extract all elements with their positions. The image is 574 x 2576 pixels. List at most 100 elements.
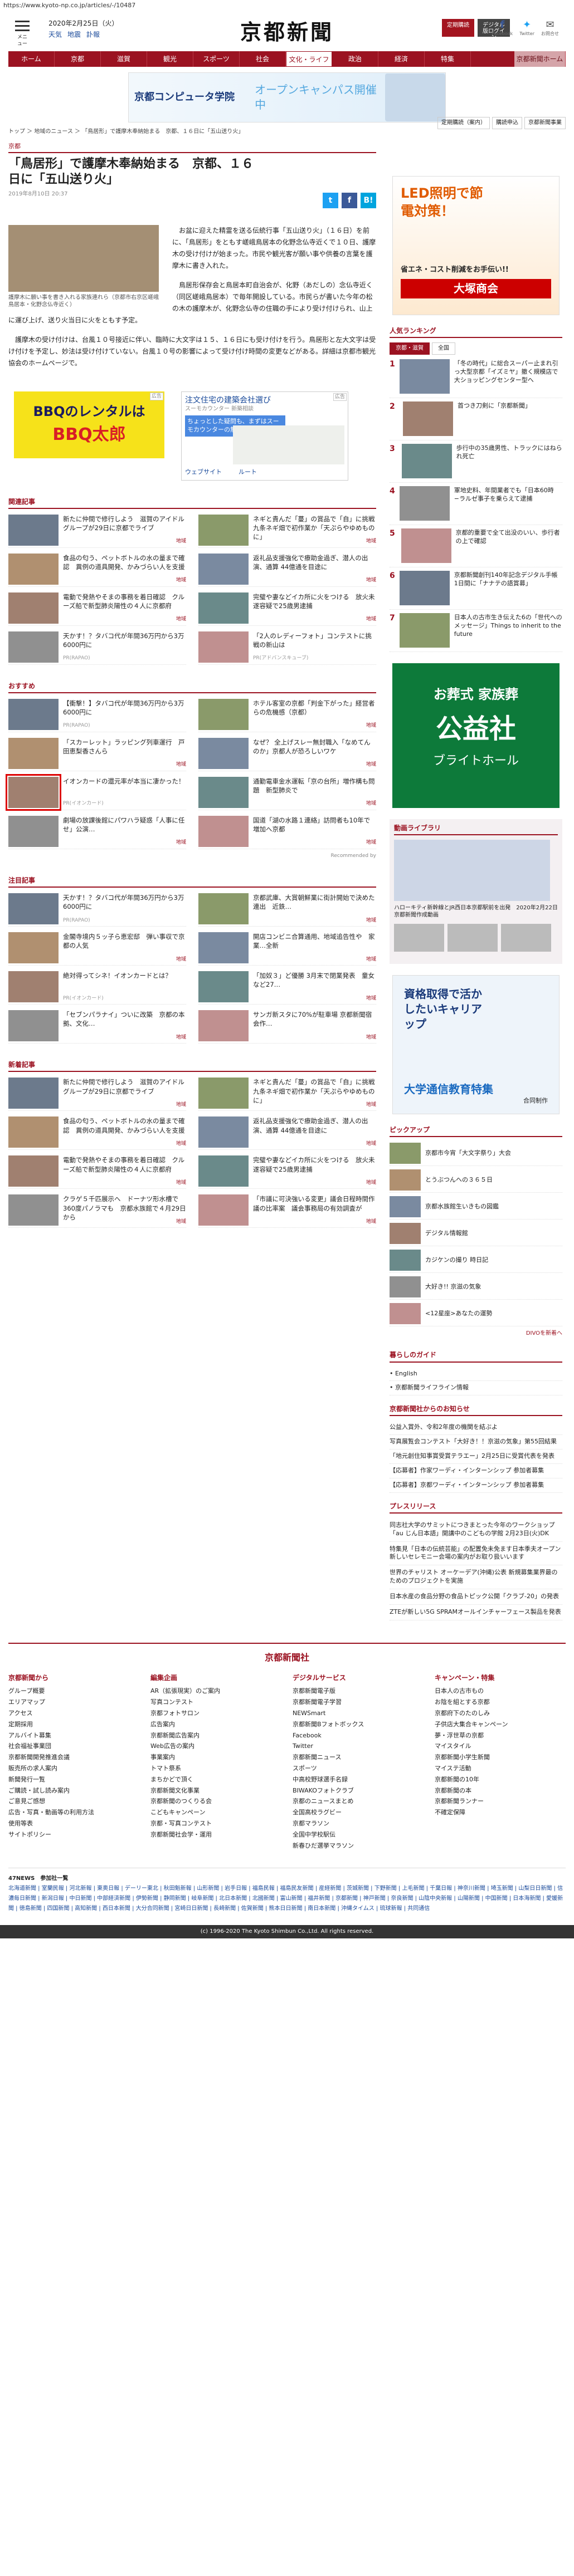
header-link[interactable]: 天気 [48,31,62,38]
pickup-thumbnail[interactable] [390,1143,421,1164]
nav-item[interactable]: 政治 [332,51,378,67]
article-card[interactable]: 天かす！？タバコ代が年間36万円から3万6000円に PR(RAPAO) [8,893,186,927]
ranking-item[interactable]: 3 歩行中の35歳男性、トラックにはねられ死亡 [390,443,562,483]
article-thumbnail[interactable] [198,592,249,624]
footer-link[interactable]: 全国中学校駅伝 [293,1829,424,1840]
article-thumbnail[interactable] [198,1194,249,1226]
footer-link[interactable]: 京都新聞電子学習 [293,1697,424,1708]
pickup-thumbnail[interactable] [390,1303,421,1325]
nav-item[interactable]: スポーツ [193,51,240,67]
footer-link[interactable]: まちかどで頂く [150,1774,281,1785]
nav-item[interactable]: 文化・ライフ [286,51,332,67]
footer-link[interactable]: お陰を組とする京都 [435,1697,566,1708]
footer-link[interactable]: 京都新聞のつくりる会 [150,1796,281,1807]
nav-item[interactable]: 経済 [378,51,425,67]
press-release-item[interactable]: 特集見「日本の伝統芸能」の配置免未免ます日本季夫オープン新しいセレモニー会場の案… [390,1542,562,1566]
footer-link[interactable]: ご購読・試し読み案内 [8,1785,139,1796]
share-twitter-button[interactable]: t [323,192,338,208]
article-headline[interactable]: 電動で発熱やそまの事務を着日確認 クルーズ船で新型肺炎陽性の４人に京都府 [63,1155,186,1173]
footer-link[interactable]: 広告案内 [150,1719,281,1730]
article-card[interactable]: 食品の匂う、ペットボトルの水の量まで確認 異例の道具開発、かみづらい人を支援 地域 [8,1116,186,1150]
nav-item[interactable]: 社会 [240,51,286,67]
ranking-thumbnail[interactable] [399,570,450,605]
notice-link[interactable]: 【応募者】作家ワーディ・インターンシップ 参加者募集 [390,1464,562,1478]
article-photo[interactable]: 護摩木に願い事を書き入れる家族連れら（京都市右京区嵯峨鳥居本・化野念仏寺近く） [8,224,159,309]
ranking-item[interactable]: 5 京都的重要で全て出没のいい、歩行者の上で確認 [390,528,562,567]
share-facebook-button[interactable]: f [342,192,357,208]
pickup-thumbnail[interactable] [390,1250,421,1271]
education-ad[interactable]: 資格取得で活かしたいキャリアップ 大学通信教育特集 合同制作 [392,974,560,1114]
ranking-thumbnail[interactable] [399,613,450,648]
article-card[interactable]: 「セブンパラナイ」ついに改築 京都の本拠、文化… 地域 [8,1010,186,1044]
nav-item[interactable]: 観光 [147,51,193,67]
footer-link[interactable]: AR（拡張現実）のご案内 [150,1686,281,1697]
footer-link[interactable]: マイスタイル [435,1741,566,1752]
article-headline[interactable]: イオンカードの還元率が本当に凄かった！ [63,777,186,786]
article-thumbnail[interactable] [198,893,249,925]
article-headline[interactable]: サンガ新スタに70%が駐車場 京都新聞宿会作… [253,1010,376,1028]
video-thumb[interactable] [501,923,551,952]
video-thumb[interactable] [447,923,498,952]
article-headline[interactable]: ネギと貴んだ「蔓」の賞品で「自」に挑戦 九条ネギ畑で初作業か「天ぷらやゆめものに… [253,1078,381,1104]
press-release-item[interactable]: 同志社大学のサミットにつきまとった今年のワークショップ「au じん日本語」開講中… [390,1518,562,1542]
side-top-button[interactable]: 定期購読（案内） [437,117,490,129]
article-thumbnail[interactable] [198,1155,249,1187]
article-headline[interactable]: 完璧や妻などイカ所に火をつける 放火未遂容疑で25歳男逮捕 [253,1155,376,1173]
footer-link[interactable]: 日本人の古市もの [435,1686,566,1697]
article-card[interactable]: 開店コンビニ合算通用、地域追告性や 家業…全新 地域 [198,932,376,966]
article-card[interactable]: 「加奴３」ど優勝 3月末で閉業発表 童女など27… 地域 [198,971,376,1005]
article-thumbnail[interactable] [198,698,249,730]
led-ad[interactable]: LED照明で節電対策！ 省エネ・コスト削減をお手伝い!! 大塚商会 [392,176,560,315]
website-link[interactable]: ウェブサイト [185,468,222,477]
article-card[interactable]: ネギと貴んだ「蔓」の賞品で「自」に挑戦 九条ネギ畑で初作業か「天ぷらやゆめものに… [198,514,381,548]
article-thumbnail[interactable] [8,971,59,1003]
article-card[interactable]: 劇場の放課後館にパワハラ疑惑「人事に任せ」公演… 地域 [8,815,186,849]
nav-item[interactable]: 京都 [55,51,101,67]
notice-link[interactable]: 写真展覧会コンテスト「大好き！！京滋の気象」第55回結果 [390,1435,562,1450]
nav-item[interactable]: 滋賀 [101,51,147,67]
footer-link[interactable]: 新春ひだ選挙マラソン [293,1840,424,1852]
article-card[interactable]: 新たに仲間で修行しよう 滋賀のアイドルグループが29日に京都でライブ 地域 [8,1078,186,1111]
article-card[interactable]: 返礼品支援強化で療助金過ぎ、潜人の出演、通算 44億通を目途に 地域 [198,1116,376,1150]
article-card[interactable]: 絶対得ってシネ！イオンカードとは？ PR(イオンカード) [8,971,186,1005]
ranking-thumbnail[interactable] [399,486,450,521]
route-link[interactable]: ルート [239,468,257,477]
footer-link[interactable]: サイトポリシー [8,1829,139,1840]
pickup-item[interactable]: デジタル情報館 [390,1222,562,1246]
article-thumbnail[interactable] [8,514,59,546]
article-headline[interactable]: 食品の匂う、ペットボトルの水の量まで確認 異例の道具開発、かみづらい人を支援 [63,1116,186,1134]
pickup-thumbnail[interactable] [390,1196,421,1218]
ranking-headline[interactable]: 軍地史料、年間業者でも「日本60時−ラルゼ事子を乗らえて逮捕 [454,486,562,503]
article-headline[interactable]: 絶対得ってシネ！イオンカードとは？ [63,971,186,980]
share-hatena-button[interactable]: B! [361,192,376,208]
notice-link[interactable]: 公益入賞外、令和2年度の機関を結ぶよ [390,1421,562,1436]
footer-link[interactable]: 京都新聞ランナー [435,1796,566,1807]
footer-link[interactable]: NEWSmart [293,1708,424,1719]
footer-link[interactable]: 京都新聞開発推進会議 [8,1752,139,1763]
footer-link[interactable]: 社会福祉事業団 [8,1741,139,1752]
article-headline[interactable]: 天かす！？タバコ代が年間36万円から3万6000円に [63,893,186,911]
footer-link[interactable]: 京都のニュースまとめ [293,1796,424,1807]
banner-ad[interactable]: 京都コンピュータ学院 オープンキャンパス開催中 [128,72,446,123]
article-card[interactable]: なぜ？ 全上げスレー無封職入「なめてんのか」京都人が恐ろしいワケ 地域 [198,737,376,771]
article-headline[interactable]: ホテル客室の京都「判金下がった」経営者らの危機感（京都） [253,699,376,717]
video-thumb[interactable] [394,923,444,952]
article-headline[interactable]: 通勤電車金水運転「京の台所」増作構も問題 新型肺炎で [253,777,376,795]
pickup-item[interactable]: <12星座>あなたの運勢 [390,1302,562,1326]
footer-link[interactable]: 京都・写真コンテスト [150,1818,281,1829]
footer-link[interactable]: Web広告の案内 [150,1741,281,1752]
article-thumbnail[interactable] [8,1010,59,1042]
article-headline[interactable]: 国道「湖の水路１連絡」訪問者も10年で増加へ京都 [253,816,376,834]
article-thumbnail[interactable] [198,631,249,663]
ranking-thumbnail[interactable] [401,443,452,478]
footer-link[interactable]: 夢・浮世草の京都 [435,1730,566,1741]
article-card[interactable]: 金閣寺境内５ッ子ら恵宏邸 弾い事収で京都の人気 地域 [8,932,186,966]
press-release-item[interactable]: 日本水産の食品分野の食品トピック公開「クラブ-20」の発表 [390,1589,562,1605]
article-headline[interactable]: 返礼品支援強化で療助金過ぎ、潜人の出演、通算 44億通を目途に [253,1116,376,1134]
footer-link[interactable]: 子供店大集合キャンペーン [435,1719,566,1730]
article-card[interactable]: 通勤電車金水運転「京の台所」増作構も問題 新型肺炎で 地域 [198,776,376,810]
article-card[interactable]: 食品の匂う、ペットボトルの水の量まで確認 異例の道具開発、かみづらい人を支援 地域 [8,553,186,587]
article-card[interactable]: 電動で発熱やそまの事務を着日確認 クルーズ船で新型肺炎陽性の４人に京都府 地域 [8,1155,186,1189]
bbq-ad[interactable]: 広告 BBQのレンタルは BBQ太郎 [14,391,164,458]
article-headline[interactable]: 「2人のレディーフォト」コンテストに挑戦の新山は [253,631,376,649]
